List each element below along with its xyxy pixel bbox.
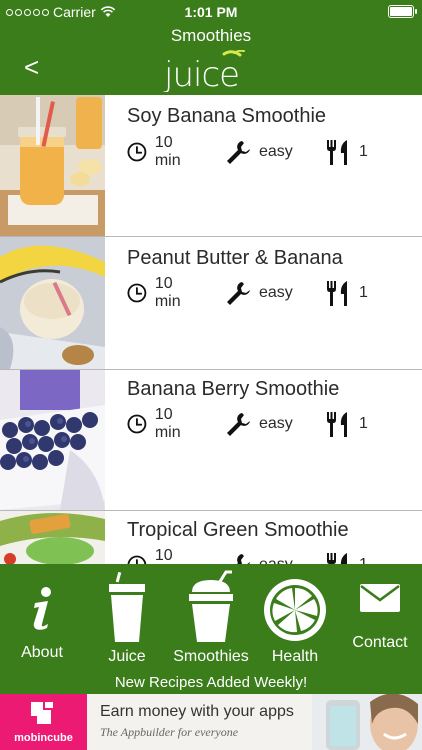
tab-contact-label: Contact	[352, 634, 408, 651]
wrench-icon	[227, 413, 250, 436]
tab-smoothies-label: Smoothies	[173, 648, 249, 665]
clock-icon	[127, 414, 147, 434]
clock-icon	[127, 283, 147, 303]
svg-text:juice: juice	[163, 55, 239, 92]
cup-icon	[109, 572, 145, 642]
tab-health-label: Health	[271, 648, 319, 665]
clock-icon	[127, 142, 147, 162]
citrus-slice-icon	[264, 579, 326, 641]
clock-icon	[127, 555, 147, 564]
status-bar: Carrier 1:01 PM	[0, 0, 422, 24]
recipe-time-value: 10 min	[154, 275, 181, 310]
list-item[interactable]: Peanut Butter & Banana 10 min easy 1	[0, 237, 422, 370]
list-item[interactable]: Tropical Green Smoothie 10 min easy 1	[0, 511, 422, 564]
recipe-difficulty-value: easy	[259, 143, 293, 160]
ad-image	[312, 694, 422, 750]
info-icon	[33, 587, 51, 630]
smoothie-cup-icon	[189, 570, 233, 642]
tab-about-label: About	[21, 644, 63, 661]
recipe-servings: 1	[325, 550, 368, 564]
fork-knife-icon	[327, 281, 347, 306]
recipe-title: Banana Berry Smoothie	[127, 378, 340, 400]
recipe-servings-value: 1	[359, 415, 368, 432]
list-item[interactable]: Banana Berry Smoothie 10 min easy 1	[0, 370, 422, 511]
tab-smoothies[interactable]: Smoothies	[168, 564, 254, 674]
recipe-time: 10 min	[127, 134, 189, 169]
recipe-servings: 1	[325, 409, 368, 439]
mobincube-logo-icon	[31, 702, 53, 724]
ad-headline: Earn money with your apps	[100, 703, 294, 720]
recipe-difficulty: easy	[225, 137, 293, 167]
recipe-difficulty-value: easy	[259, 556, 293, 564]
wrench-icon	[237, 554, 250, 564]
fork-knife-icon	[327, 412, 347, 437]
envelope-icon	[360, 584, 400, 612]
recipe-time: 10 min	[127, 275, 189, 310]
recipe-time: 10 min	[127, 547, 189, 564]
tab-contact[interactable]: Contact	[344, 564, 416, 674]
juice-logo: juice	[163, 50, 245, 92]
tab-juice-label: Juice	[108, 648, 146, 665]
ad-subline: The Appbuilder for everyone	[100, 725, 239, 739]
recipe-servings-value: 1	[359, 143, 368, 160]
battery-icon	[388, 5, 417, 18]
recipe-time: 10 min	[127, 406, 189, 441]
recipe-time-value: 10 min	[154, 406, 181, 441]
recipe-servings: 1	[325, 278, 368, 308]
fork-knife-icon	[327, 140, 347, 165]
recipe-thumbnail	[0, 370, 105, 510]
recipe-difficulty-value: easy	[259, 284, 293, 301]
back-button[interactable]: <	[24, 54, 39, 80]
fork-knife-icon	[327, 553, 347, 564]
recipe-thumbnail	[0, 95, 105, 236]
recipe-time-value: 10 min	[154, 134, 181, 169]
ad-brand-name: mobincube	[14, 732, 73, 744]
tab-bar: About Juice Smoothies Health Contact New…	[0, 564, 422, 694]
recipe-difficulty-value: easy	[259, 415, 293, 432]
tab-health[interactable]: Health	[262, 564, 328, 674]
page-title: Smoothies	[170, 26, 252, 45]
recipe-servings-value: 1	[359, 556, 368, 564]
recipe-list[interactable]: Soy Banana Smoothie 10 min easy 1 Peanut…	[0, 95, 422, 564]
recipe-difficulty: easy	[225, 550, 293, 564]
status-time: 1:01 PM	[184, 4, 238, 20]
recipe-thumbnail	[0, 237, 105, 369]
recipe-difficulty: easy	[225, 409, 293, 439]
tagline: New Recipes Added Weekly!	[114, 674, 308, 691]
recipe-time-value: 10 min	[154, 547, 173, 564]
tab-about[interactable]: About	[10, 564, 74, 674]
recipe-difficulty: easy	[225, 278, 293, 308]
wrench-icon	[227, 141, 250, 164]
recipe-title: Soy Banana Smoothie	[127, 105, 327, 127]
list-item[interactable]: Soy Banana Smoothie 10 min easy 1	[0, 95, 422, 237]
recipe-thumbnail	[0, 511, 105, 564]
tab-juice[interactable]: Juice	[98, 564, 156, 674]
wrench-icon	[227, 282, 250, 305]
ad-banner[interactable]: mobincube Earn money with your apps The …	[0, 694, 422, 750]
recipe-servings: 1	[325, 137, 368, 167]
recipe-servings-value: 1	[359, 284, 368, 301]
recipe-title: Peanut Butter & Banana	[127, 247, 343, 269]
ad-brand-logo: mobincube	[0, 694, 87, 750]
recipe-title: Tropical Green Smoothie	[127, 519, 349, 541]
nav-bar: Smoothies < juice	[0, 24, 422, 95]
